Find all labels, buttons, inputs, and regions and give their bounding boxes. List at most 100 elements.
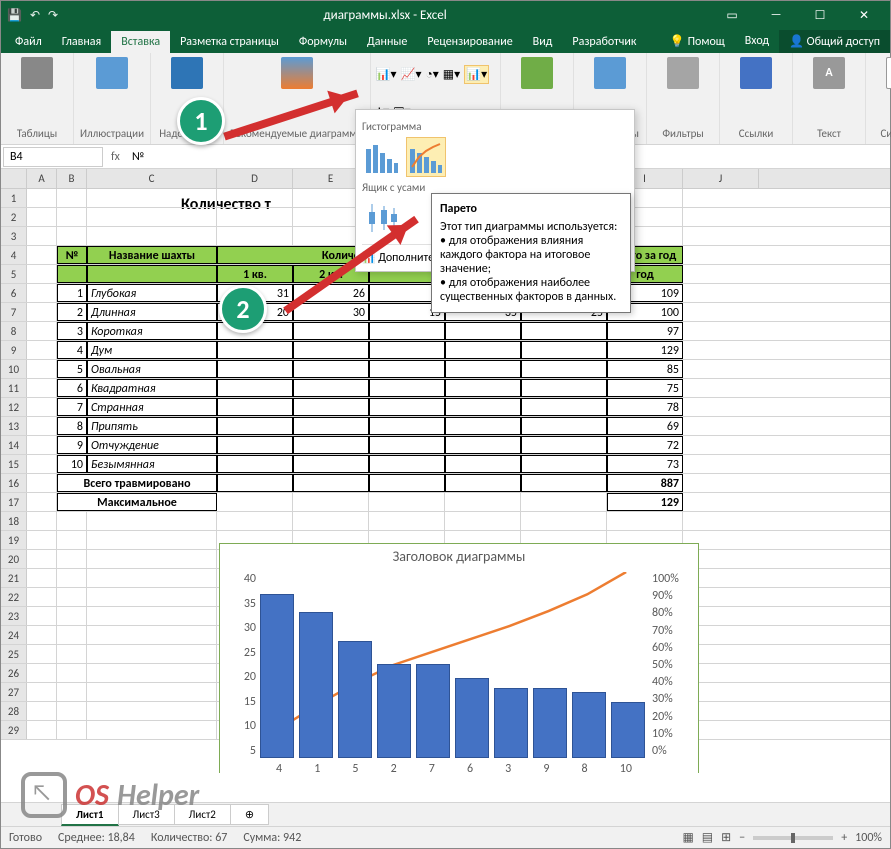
close-icon[interactable]: ✕	[844, 1, 884, 29]
tab-insert[interactable]: Вставка	[111, 31, 170, 53]
ribbon-options-icon[interactable]: ▭	[712, 1, 752, 29]
select-all-corner[interactable]	[1, 169, 27, 188]
window-title: диаграммы.xlsx - Excel	[58, 8, 712, 23]
row-header[interactable]: 22	[1, 588, 27, 606]
row-header[interactable]: 11	[1, 379, 27, 397]
row-header[interactable]: 27	[1, 683, 27, 701]
row-header[interactable]: 23	[1, 607, 27, 625]
row-header[interactable]: 7	[1, 303, 27, 321]
tables-button[interactable]	[7, 57, 67, 89]
row-header[interactable]: 16	[1, 474, 27, 492]
status-count: Количество: 67	[151, 831, 228, 845]
embedded-chart[interactable]: Заголовок диаграммы 403530252015105 100%…	[219, 543, 699, 773]
links-button[interactable]	[726, 57, 786, 89]
row-header[interactable]: 19	[1, 531, 27, 549]
y2-axis: 100%90%80%70%60%50%40%30%20%10%0%	[652, 572, 692, 758]
fx-icon[interactable]: fx	[105, 150, 126, 164]
view-layout-icon[interactable]: ▤	[702, 830, 713, 845]
row-header[interactable]: 24	[1, 626, 27, 644]
line-chart-icon[interactable]: 📈▾	[401, 67, 422, 82]
status-ready: Готово	[9, 831, 42, 845]
zoom-out-icon[interactable]: −	[739, 831, 745, 845]
row-header[interactable]: 4	[1, 246, 27, 264]
row-header[interactable]: 20	[1, 550, 27, 568]
row-header[interactable]: 25	[1, 645, 27, 663]
histogram-option[interactable]	[362, 137, 402, 177]
sparklines-button[interactable]	[580, 57, 640, 89]
tab-view[interactable]: Вид	[523, 31, 563, 53]
name-box[interactable]: B4	[3, 147, 103, 167]
row-header[interactable]: 26	[1, 664, 27, 682]
view-normal-icon[interactable]: ▦	[682, 830, 693, 845]
col-header[interactable]: A	[27, 169, 57, 188]
hierarchy-chart-icon[interactable]: ▦▾	[443, 67, 460, 82]
row-header[interactable]: 3	[1, 227, 27, 245]
row-header[interactable]: 18	[1, 512, 27, 530]
plot-area	[260, 572, 648, 758]
y-axis: 403530252015105	[226, 572, 256, 758]
chart-title: Заголовок диаграммы	[220, 544, 698, 569]
row-header[interactable]: 12	[1, 398, 27, 416]
share[interactable]: 👤 Общий доступ	[779, 30, 890, 53]
pie-chart-icon[interactable]: ◔▾	[425, 67, 438, 82]
status-avg: Среднее: 18,84	[58, 831, 135, 845]
col-header[interactable]: D	[217, 169, 293, 188]
undo-icon[interactable]: ↶	[30, 8, 40, 23]
ribbon-tabs: Файл Главная Вставка Разметка страницы Ф…	[1, 29, 890, 53]
column-chart-icon[interactable]: 📊▾	[376, 67, 397, 82]
row-header[interactable]: 1	[1, 189, 27, 207]
col-header[interactable]: J	[683, 169, 759, 188]
col-header[interactable]: C	[87, 169, 217, 188]
row-header[interactable]: 6	[1, 284, 27, 302]
row-header[interactable]: 14	[1, 436, 27, 454]
illustrations-button[interactable]	[82, 57, 142, 89]
row-header[interactable]: 5	[1, 265, 27, 283]
addins-button[interactable]	[157, 57, 217, 89]
row-header[interactable]: 10	[1, 360, 27, 378]
recommended-charts-button[interactable]	[267, 57, 327, 89]
row-header[interactable]: 21	[1, 569, 27, 587]
callout-badge-2: 2	[219, 285, 267, 333]
tab-developer[interactable]: Разработчик	[562, 31, 646, 53]
tab-home[interactable]: Главная	[52, 31, 111, 53]
tab-formulas[interactable]: Формулы	[289, 31, 357, 53]
row-header[interactable]: 8	[1, 322, 27, 340]
3d-map-button[interactable]	[507, 57, 567, 89]
watermark: OSHelper	[21, 772, 199, 818]
status-sum: Сумма: 942	[243, 831, 301, 845]
pareto-option[interactable]	[406, 137, 446, 177]
row-header[interactable]: 13	[1, 417, 27, 435]
zoom-in-icon[interactable]: +	[841, 831, 847, 845]
statistic-chart-icon[interactable]: 📊▾	[464, 65, 489, 84]
tell-me[interactable]: 💡 Помощ	[660, 30, 735, 53]
tab-file[interactable]: Файл	[5, 31, 52, 53]
new-sheet-button[interactable]: ⊕	[230, 804, 269, 825]
text-button[interactable]: A	[799, 57, 859, 89]
view-break-icon[interactable]: ⊞	[721, 830, 731, 845]
tab-data[interactable]: Данные	[357, 31, 417, 53]
row-header[interactable]: 15	[1, 455, 27, 473]
callout-badge-1: 1	[177, 97, 225, 145]
chart-tooltip: Парето Этот тип диаграммы используется: …	[431, 193, 631, 313]
save-icon[interactable]: 💾	[7, 8, 22, 23]
row-header[interactable]: 9	[1, 341, 27, 359]
tooltip-body: Этот тип диаграммы используется: • для о…	[440, 220, 617, 304]
filters-button[interactable]	[653, 57, 713, 89]
zoom-slider[interactable]	[753, 836, 833, 840]
x-axis: 41527639810	[260, 762, 648, 773]
status-bar: Готово Среднее: 18,84 Количество: 67 Сум…	[1, 826, 890, 848]
symbols-button[interactable]: Ω	[872, 57, 891, 89]
sign-in[interactable]: Вход	[735, 30, 779, 53]
row-header[interactable]: 29	[1, 721, 27, 739]
tab-layout[interactable]: Разметка страницы	[170, 31, 289, 53]
tooltip-title: Парето	[440, 202, 622, 216]
maximize-icon[interactable]: ☐	[800, 1, 840, 29]
row-header[interactable]: 2	[1, 208, 27, 226]
minimize-icon[interactable]: —	[756, 1, 796, 29]
redo-icon[interactable]: ↷	[48, 8, 58, 23]
tab-review[interactable]: Рецензирование	[417, 31, 522, 53]
row-header[interactable]: 17	[1, 493, 27, 511]
zoom-level[interactable]: 100%	[855, 831, 882, 845]
col-header[interactable]: B	[57, 169, 87, 188]
row-header[interactable]: 28	[1, 702, 27, 720]
